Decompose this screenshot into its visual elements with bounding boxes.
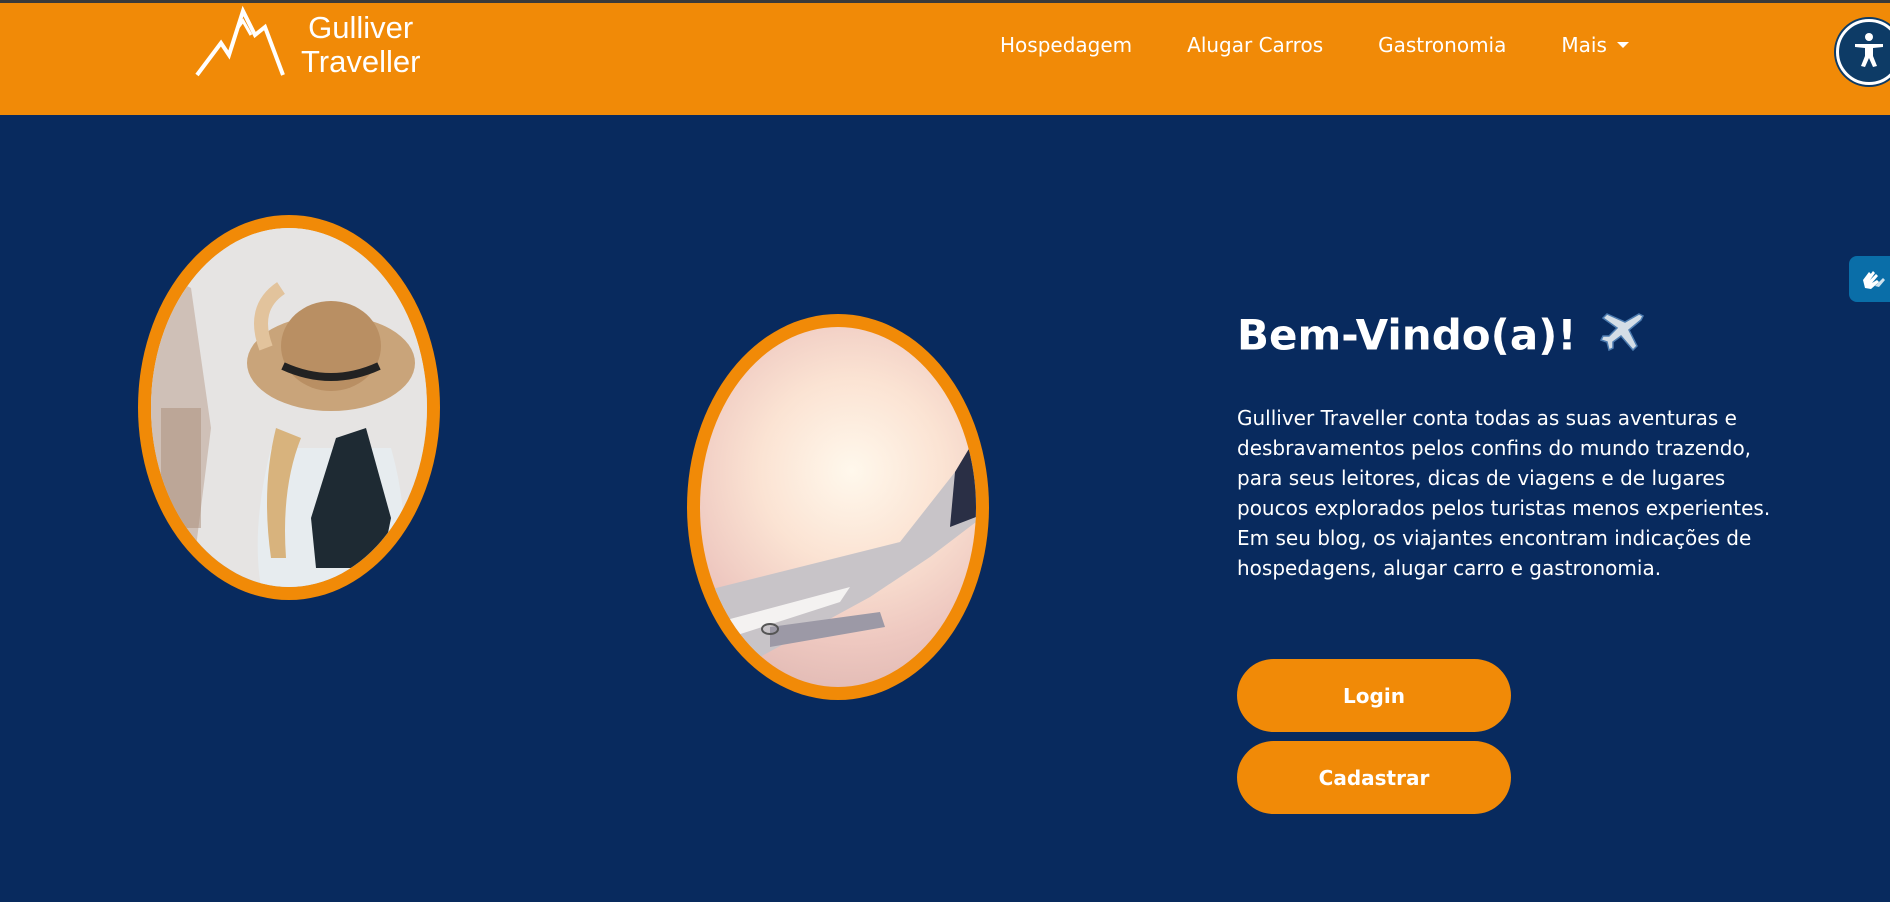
hero-description: Gulliver Traveller conta todas as suas a… [1237, 406, 1771, 580]
nav-dropdown-mais-label: Mais [1561, 33, 1607, 57]
nav-dropdown-mais[interactable]: Mais [1561, 33, 1629, 57]
hand-sign-icon [1863, 271, 1885, 289]
caret-down-icon [1616, 42, 1629, 48]
photo-frame-traveler [138, 215, 440, 600]
register-button[interactable]: Cadastrar [1237, 741, 1511, 814]
welcome-heading-text: Bem-Vindo(a)! [1237, 310, 1577, 360]
login-button[interactable]: Login [1237, 659, 1511, 732]
nav-link-hospedagem[interactable]: Hospedagem [1000, 33, 1132, 57]
photo-frame-airplane [687, 314, 989, 700]
nav-link-gastronomia[interactable]: Gastronomia [1378, 33, 1506, 57]
airplane-icon [1599, 310, 1645, 366]
navbar: Gulliver Traveller Hospedagem Alugar Car… [0, 3, 1890, 115]
sign-language-button[interactable] [1849, 256, 1890, 302]
brand-name: Gulliver Traveller [301, 11, 420, 79]
welcome-heading: Bem-Vindo(a)! [1237, 310, 1645, 366]
nav-link-alugar-carros[interactable]: Alugar Carros [1187, 33, 1323, 57]
main-nav: Hospedagem Alugar Carros Gastronomia Mai… [1000, 33, 1684, 57]
brand-name-line2: Traveller [301, 44, 421, 79]
airplane-wing-photo [700, 327, 976, 687]
brand-logo-link[interactable]: Gulliver Traveller [193, 5, 433, 81]
traveler-photo [151, 228, 427, 587]
brand-name-line1: Gulliver [308, 10, 414, 45]
accessibility-icon [1855, 33, 1883, 67]
mountain-logo-icon [195, 5, 285, 77]
